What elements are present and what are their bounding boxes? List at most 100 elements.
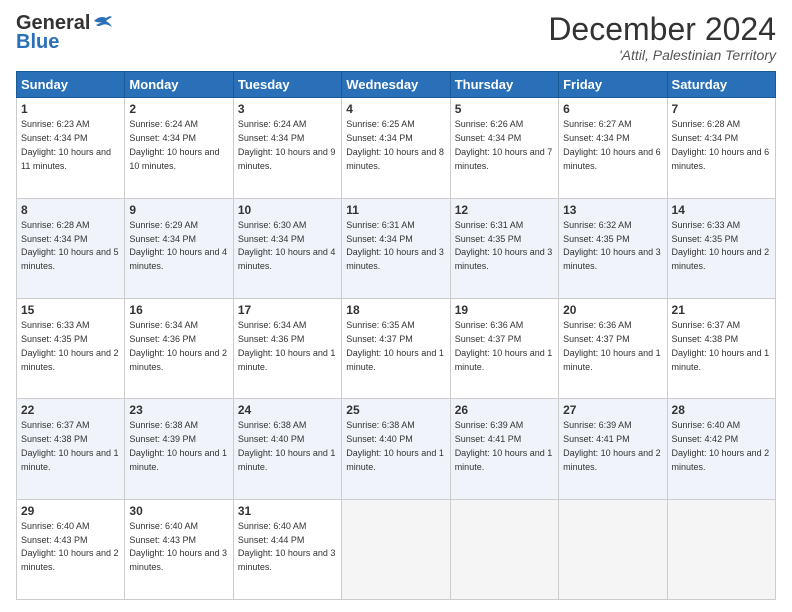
day-number: 25 [346, 402, 445, 418]
col-sunday: Sunday [17, 72, 125, 98]
table-row: 9 Sunrise: 6:29 AMSunset: 4:34 PMDayligh… [125, 198, 233, 298]
day-number: 30 [129, 503, 228, 519]
table-row: 10 Sunrise: 6:30 AMSunset: 4:34 PMDaylig… [233, 198, 341, 298]
calendar-table: Sunday Monday Tuesday Wednesday Thursday… [16, 71, 776, 600]
table-row: 7 Sunrise: 6:28 AMSunset: 4:34 PMDayligh… [667, 98, 775, 198]
table-row: 14 Sunrise: 6:33 AMSunset: 4:35 PMDaylig… [667, 198, 775, 298]
table-row: 19 Sunrise: 6:36 AMSunset: 4:37 PMDaylig… [450, 298, 558, 398]
table-row [450, 499, 558, 599]
table-row: 16 Sunrise: 6:34 AMSunset: 4:36 PMDaylig… [125, 298, 233, 398]
day-number: 27 [563, 402, 662, 418]
table-row: 26 Sunrise: 6:39 AMSunset: 4:41 PMDaylig… [450, 399, 558, 499]
col-friday: Friday [559, 72, 667, 98]
day-number: 22 [21, 402, 120, 418]
col-wednesday: Wednesday [342, 72, 450, 98]
day-info: Sunrise: 6:40 AMSunset: 4:43 PMDaylight:… [129, 521, 227, 572]
day-number: 24 [238, 402, 337, 418]
col-saturday: Saturday [667, 72, 775, 98]
table-row: 31 Sunrise: 6:40 AMSunset: 4:44 PMDaylig… [233, 499, 341, 599]
day-info: Sunrise: 6:38 AMSunset: 4:40 PMDaylight:… [238, 420, 336, 471]
title-area: December 2024 'Attil, Palestinian Territ… [548, 12, 776, 63]
table-row: 5 Sunrise: 6:26 AMSunset: 4:34 PMDayligh… [450, 98, 558, 198]
day-number: 13 [563, 202, 662, 218]
day-number: 18 [346, 302, 445, 318]
day-info: Sunrise: 6:33 AMSunset: 4:35 PMDaylight:… [21, 320, 119, 371]
day-info: Sunrise: 6:40 AMSunset: 4:43 PMDaylight:… [21, 521, 119, 572]
table-row: 11 Sunrise: 6:31 AMSunset: 4:34 PMDaylig… [342, 198, 450, 298]
day-number: 26 [455, 402, 554, 418]
day-number: 9 [129, 202, 228, 218]
col-tuesday: Tuesday [233, 72, 341, 98]
table-row: 3 Sunrise: 6:24 AMSunset: 4:34 PMDayligh… [233, 98, 341, 198]
day-info: Sunrise: 6:24 AMSunset: 4:34 PMDaylight:… [129, 119, 219, 170]
day-number: 19 [455, 302, 554, 318]
table-row: 30 Sunrise: 6:40 AMSunset: 4:43 PMDaylig… [125, 499, 233, 599]
day-info: Sunrise: 6:40 AMSunset: 4:42 PMDaylight:… [672, 420, 770, 471]
day-info: Sunrise: 6:39 AMSunset: 4:41 PMDaylight:… [563, 420, 661, 471]
calendar-week-row: 8 Sunrise: 6:28 AMSunset: 4:34 PMDayligh… [17, 198, 776, 298]
calendar-week-row: 1 Sunrise: 6:23 AMSunset: 4:34 PMDayligh… [17, 98, 776, 198]
calendar-week-row: 22 Sunrise: 6:37 AMSunset: 4:38 PMDaylig… [17, 399, 776, 499]
month-title: December 2024 [548, 12, 776, 47]
table-row: 21 Sunrise: 6:37 AMSunset: 4:38 PMDaylig… [667, 298, 775, 398]
day-info: Sunrise: 6:35 AMSunset: 4:37 PMDaylight:… [346, 320, 444, 371]
logo-blue: Blue [16, 31, 59, 54]
day-info: Sunrise: 6:37 AMSunset: 4:38 PMDaylight:… [21, 420, 119, 471]
table-row: 20 Sunrise: 6:36 AMSunset: 4:37 PMDaylig… [559, 298, 667, 398]
table-row: 28 Sunrise: 6:40 AMSunset: 4:42 PMDaylig… [667, 399, 775, 499]
day-number: 4 [346, 101, 445, 117]
day-number: 15 [21, 302, 120, 318]
day-info: Sunrise: 6:34 AMSunset: 4:36 PMDaylight:… [129, 320, 227, 371]
table-row: 18 Sunrise: 6:35 AMSunset: 4:37 PMDaylig… [342, 298, 450, 398]
day-info: Sunrise: 6:34 AMSunset: 4:36 PMDaylight:… [238, 320, 336, 371]
day-info: Sunrise: 6:36 AMSunset: 4:37 PMDaylight:… [563, 320, 661, 371]
day-number: 23 [129, 402, 228, 418]
day-number: 20 [563, 302, 662, 318]
calendar-week-row: 29 Sunrise: 6:40 AMSunset: 4:43 PMDaylig… [17, 499, 776, 599]
day-info: Sunrise: 6:29 AMSunset: 4:34 PMDaylight:… [129, 220, 227, 271]
table-row [667, 499, 775, 599]
day-number: 12 [455, 202, 554, 218]
day-info: Sunrise: 6:23 AMSunset: 4:34 PMDaylight:… [21, 119, 111, 170]
day-number: 3 [238, 101, 337, 117]
table-row: 6 Sunrise: 6:27 AMSunset: 4:34 PMDayligh… [559, 98, 667, 198]
day-number: 21 [672, 302, 771, 318]
day-number: 7 [672, 101, 771, 117]
day-info: Sunrise: 6:39 AMSunset: 4:41 PMDaylight:… [455, 420, 553, 471]
col-thursday: Thursday [450, 72, 558, 98]
day-info: Sunrise: 6:28 AMSunset: 4:34 PMDaylight:… [672, 119, 770, 170]
day-info: Sunrise: 6:31 AMSunset: 4:34 PMDaylight:… [346, 220, 444, 271]
table-row: 25 Sunrise: 6:38 AMSunset: 4:40 PMDaylig… [342, 399, 450, 499]
table-row: 13 Sunrise: 6:32 AMSunset: 4:35 PMDaylig… [559, 198, 667, 298]
day-info: Sunrise: 6:27 AMSunset: 4:34 PMDaylight:… [563, 119, 661, 170]
day-info: Sunrise: 6:31 AMSunset: 4:35 PMDaylight:… [455, 220, 553, 271]
table-row: 29 Sunrise: 6:40 AMSunset: 4:43 PMDaylig… [17, 499, 125, 599]
day-number: 8 [21, 202, 120, 218]
table-row: 8 Sunrise: 6:28 AMSunset: 4:34 PMDayligh… [17, 198, 125, 298]
logo-bird-icon [92, 13, 114, 31]
day-info: Sunrise: 6:37 AMSunset: 4:38 PMDaylight:… [672, 320, 770, 371]
day-number: 31 [238, 503, 337, 519]
table-row [342, 499, 450, 599]
table-row [559, 499, 667, 599]
day-number: 16 [129, 302, 228, 318]
day-number: 14 [672, 202, 771, 218]
day-number: 28 [672, 402, 771, 418]
day-info: Sunrise: 6:36 AMSunset: 4:37 PMDaylight:… [455, 320, 553, 371]
day-info: Sunrise: 6:28 AMSunset: 4:34 PMDaylight:… [21, 220, 119, 271]
table-row: 22 Sunrise: 6:37 AMSunset: 4:38 PMDaylig… [17, 399, 125, 499]
page: General Blue December 2024 'Attil, Pales… [0, 0, 792, 612]
day-info: Sunrise: 6:26 AMSunset: 4:34 PMDaylight:… [455, 119, 553, 170]
logo: General Blue [16, 12, 114, 54]
day-number: 10 [238, 202, 337, 218]
day-info: Sunrise: 6:38 AMSunset: 4:39 PMDaylight:… [129, 420, 227, 471]
day-number: 17 [238, 302, 337, 318]
day-info: Sunrise: 6:32 AMSunset: 4:35 PMDaylight:… [563, 220, 661, 271]
day-number: 5 [455, 101, 554, 117]
day-info: Sunrise: 6:25 AMSunset: 4:34 PMDaylight:… [346, 119, 444, 170]
table-row: 4 Sunrise: 6:25 AMSunset: 4:34 PMDayligh… [342, 98, 450, 198]
table-row: 23 Sunrise: 6:38 AMSunset: 4:39 PMDaylig… [125, 399, 233, 499]
day-info: Sunrise: 6:33 AMSunset: 4:35 PMDaylight:… [672, 220, 770, 271]
day-number: 29 [21, 503, 120, 519]
table-row: 24 Sunrise: 6:38 AMSunset: 4:40 PMDaylig… [233, 399, 341, 499]
